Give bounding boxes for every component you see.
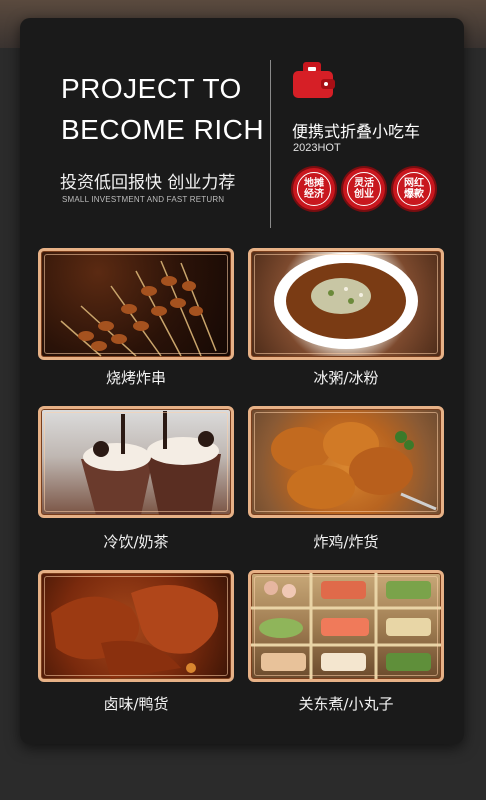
badge-flexible-business: 灵活 创业 xyxy=(343,168,385,210)
tagline: 投资低回报快 创业力荐 xyxy=(60,173,236,193)
headline-line2: BECOME RICH xyxy=(61,114,265,145)
item-caption: 炸鸡/炸货 xyxy=(313,533,379,551)
year-label: 2023HOT xyxy=(293,142,341,154)
badge-text: 网红 xyxy=(404,178,424,189)
braised-duck-image xyxy=(38,570,234,682)
fried-chicken-image xyxy=(248,406,444,518)
badge-text: 爆款 xyxy=(404,189,424,200)
item-caption: 烧烤炸串 xyxy=(105,369,166,387)
item-caption: 卤味/鸭货 xyxy=(103,695,169,713)
milk-tea-image xyxy=(38,406,234,518)
item-caption: 冷饮/奶茶 xyxy=(103,533,169,551)
vertical-divider xyxy=(270,60,271,228)
badge-text: 地摊 xyxy=(304,178,324,189)
product-title: 便携式折叠小吃车 xyxy=(292,122,421,141)
ice-jelly-image xyxy=(248,248,444,360)
wallet-icon xyxy=(291,60,337,100)
subtagline: SMALL INVESTMENT AND FAST RETURN xyxy=(62,195,225,204)
badge-street-economy: 地摊 经济 xyxy=(293,168,335,210)
skewers-image xyxy=(38,248,234,360)
oden-image xyxy=(248,570,444,682)
badge-trending: 网红 爆款 xyxy=(393,168,435,210)
headline-line1: PROJECT TO xyxy=(61,73,242,104)
item-caption: 冰粥/冰粉 xyxy=(313,369,379,387)
promo-card: PROJECT TO BECOME RICH 投资低回报快 创业力荐 SMALL… xyxy=(20,18,464,744)
badge-text: 灵活 xyxy=(354,178,374,189)
badge-text: 经济 xyxy=(304,189,324,200)
item-caption: 关东煮/小丸子 xyxy=(298,695,394,713)
badge-text: 创业 xyxy=(354,189,374,200)
